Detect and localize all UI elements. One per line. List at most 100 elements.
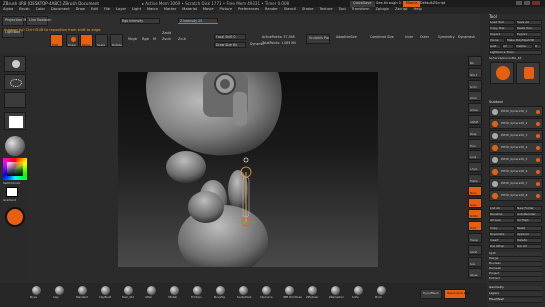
brush-zremesher[interactable]: ZRemesher xyxy=(329,286,344,304)
subtool-title[interactable]: Subtool xyxy=(489,100,503,105)
brush-zmodeler[interactable]: ZModeler xyxy=(306,286,319,304)
view-button-spix-3[interactable]: SPix 3 xyxy=(468,67,482,78)
view-button-polyf[interactable]: PolyF xyxy=(468,221,482,232)
subtool-row[interactable]: PM3D_Sphere3D_1 xyxy=(489,106,543,117)
make-polymesh-button[interactable]: Make PolyMesh3D xyxy=(506,38,542,43)
duplicate-button[interactable]: Duplicate xyxy=(489,232,515,237)
menu-item-file[interactable]: File xyxy=(104,7,110,12)
brush-move[interactable]: Move xyxy=(30,286,43,304)
projection-master-button[interactable]: Projection Master xyxy=(2,16,35,26)
menu-item-texture[interactable]: Texture xyxy=(319,7,332,12)
rgb-toggle[interactable]: Rgb xyxy=(142,37,149,42)
rename-button[interactable]: Rename xyxy=(489,212,515,217)
view-button-bpr[interactable]: Bpr xyxy=(468,56,482,66)
export-button[interactable]: Export xyxy=(516,32,542,37)
adaptive-size-toggle[interactable]: AdaptiveSize xyxy=(336,35,357,39)
subtool-row[interactable]: PM3D_Sphere3D_2 xyxy=(489,118,543,129)
rgb-intensity-slider[interactable]: Rgb Intensity xyxy=(120,18,160,24)
menu-item-tool[interactable]: Tool xyxy=(339,7,346,12)
maximize-icon[interactable] xyxy=(524,1,530,5)
insert-button[interactable]: Insert xyxy=(489,238,515,243)
visibility-eye-icon[interactable] xyxy=(536,146,540,150)
viewport-canvas[interactable] xyxy=(118,72,378,275)
brush-inflat[interactable]: Inflat xyxy=(145,286,158,304)
brush-clay[interactable]: Clay xyxy=(53,286,66,304)
visibility-eye-icon[interactable] xyxy=(536,122,540,126)
view-button-scale[interactable]: Scale xyxy=(468,197,482,208)
menu-item-brush[interactable]: Brush xyxy=(19,7,29,12)
menu-item-edit[interactable]: Edit xyxy=(91,7,98,12)
brush-clipcurve[interactable]: ClipCurve xyxy=(260,286,273,304)
fibermesh-menu[interactable]: FiberMesh xyxy=(489,298,542,303)
symmetry-toggle[interactable]: Symmetry xyxy=(438,35,455,39)
menu-item-stencil[interactable]: Stencil xyxy=(284,7,296,12)
menu-item-document[interactable]: Document xyxy=(51,7,70,12)
view-button-solo[interactable]: Solo xyxy=(468,256,482,267)
zsub-toggle[interactable]: Zsub xyxy=(162,37,171,42)
list-all-button[interactable]: List All xyxy=(489,206,515,211)
view-button-actual[interactable]: Actual xyxy=(468,103,482,114)
outer-toggle[interactable]: Outer xyxy=(420,35,429,39)
view-button-frame[interactable]: Frame xyxy=(468,174,482,184)
default-script-label[interactable]: DefaultZScript xyxy=(420,1,445,6)
view-button-zoom[interactable]: Zoom xyxy=(468,91,482,102)
current-tool-thumb[interactable] xyxy=(490,62,514,84)
dynamesh-toggle[interactable]: Dynamesh xyxy=(458,35,475,39)
visibility-eye-icon[interactable] xyxy=(536,182,540,186)
view-button-rotate[interactable]: Rotate xyxy=(468,209,482,220)
resolution-slider[interactable]: Resolution 128 xyxy=(444,289,469,299)
sculptris-pro-button[interactable]: Sculptris Pro xyxy=(306,34,330,44)
menu-item-help[interactable]: Help xyxy=(414,7,422,12)
copy-button[interactable]: Copy xyxy=(489,226,515,231)
stroke-slot[interactable] xyxy=(4,74,26,90)
menu-item-preferences[interactable]: Preferences xyxy=(238,7,259,12)
color-square[interactable] xyxy=(7,162,23,176)
menu-item-zscript[interactable]: Zscript xyxy=(395,7,407,12)
subtool-row[interactable]: PM3D_Sphere3D_5 xyxy=(489,154,543,165)
append-button[interactable]: Append xyxy=(516,232,542,237)
live-boolean-button[interactable]: Live Boolean xyxy=(26,16,51,26)
view-button-scroll[interactable]: Scroll xyxy=(468,79,482,90)
new-folder-button[interactable]: New Folder xyxy=(516,206,542,211)
view-button-aahalf[interactable]: AAHalf xyxy=(468,115,482,125)
lightbox-tools-button[interactable]: Lightbox ▸ Tools xyxy=(489,50,542,55)
orange-material-icon[interactable] xyxy=(5,207,25,227)
del-other-button[interactable]: Del Other xyxy=(489,244,515,249)
paste-tool-button[interactable]: Paste Tool xyxy=(516,26,542,31)
brush-standard[interactable]: Standard xyxy=(76,286,89,304)
material-icon[interactable] xyxy=(5,136,25,156)
delete-button[interactable]: Delete xyxy=(516,238,542,243)
subtool-row[interactable]: PM3D_Sphere3D_7 xyxy=(489,178,543,189)
menu-item-macro[interactable]: Macro xyxy=(147,7,158,12)
brush-movetop[interactable]: MoveTop xyxy=(214,286,227,304)
menu-item-layer[interactable]: Layer xyxy=(116,7,126,12)
dynamesh-button[interactable]: DynaMesh xyxy=(420,289,442,299)
menu-item-transform[interactable]: Transform xyxy=(352,7,370,12)
menu-item-picture[interactable]: Picture xyxy=(220,7,232,12)
menu-item-color[interactable]: Color xyxy=(36,7,45,12)
menu-item-alpha[interactable]: Alpha xyxy=(3,7,13,12)
m-toggle[interactable]: M xyxy=(153,37,156,42)
brush-trimdyn[interactable]: TrimDyn xyxy=(191,286,204,304)
combined-size-toggle[interactable]: Combined Size xyxy=(370,35,394,39)
draw-size-slider[interactable]: Draw Size 64 xyxy=(214,42,246,48)
zcut-toggle[interactable]: Zcut xyxy=(178,37,186,42)
brush-imm-primitives[interactable]: IMM Primitives xyxy=(283,286,302,304)
menu-item-stroke[interactable]: Stroke xyxy=(302,7,313,12)
inner-toggle[interactable]: Inner xyxy=(405,35,413,39)
visibility-eye-icon[interactable] xyxy=(536,158,540,162)
subtool-row[interactable]: PM3D_Sphere3D_6 xyxy=(489,166,543,177)
view-button-move[interactable]: Move xyxy=(468,185,482,196)
subtool-row[interactable]: PM3D_Sphere3D_3 xyxy=(489,130,543,141)
all-high-button[interactable]: All High xyxy=(516,218,542,223)
minimize-icon[interactable] xyxy=(516,1,522,5)
secondary-tool-thumb[interactable] xyxy=(516,62,540,84)
load-tool-button[interactable]: Load Tool xyxy=(489,20,515,25)
menu-item-light[interactable]: Light xyxy=(132,7,141,12)
r-button[interactable]: R xyxy=(534,44,542,49)
menu-item-draw[interactable]: Draw xyxy=(76,7,85,12)
brush-pinch[interactable]: Pinch xyxy=(375,286,388,304)
focal-shift-slider[interactable]: Focal Shift 0 xyxy=(214,34,246,40)
paste-button[interactable]: Paste xyxy=(516,226,542,231)
visible-button[interactable]: Visible xyxy=(515,44,533,49)
